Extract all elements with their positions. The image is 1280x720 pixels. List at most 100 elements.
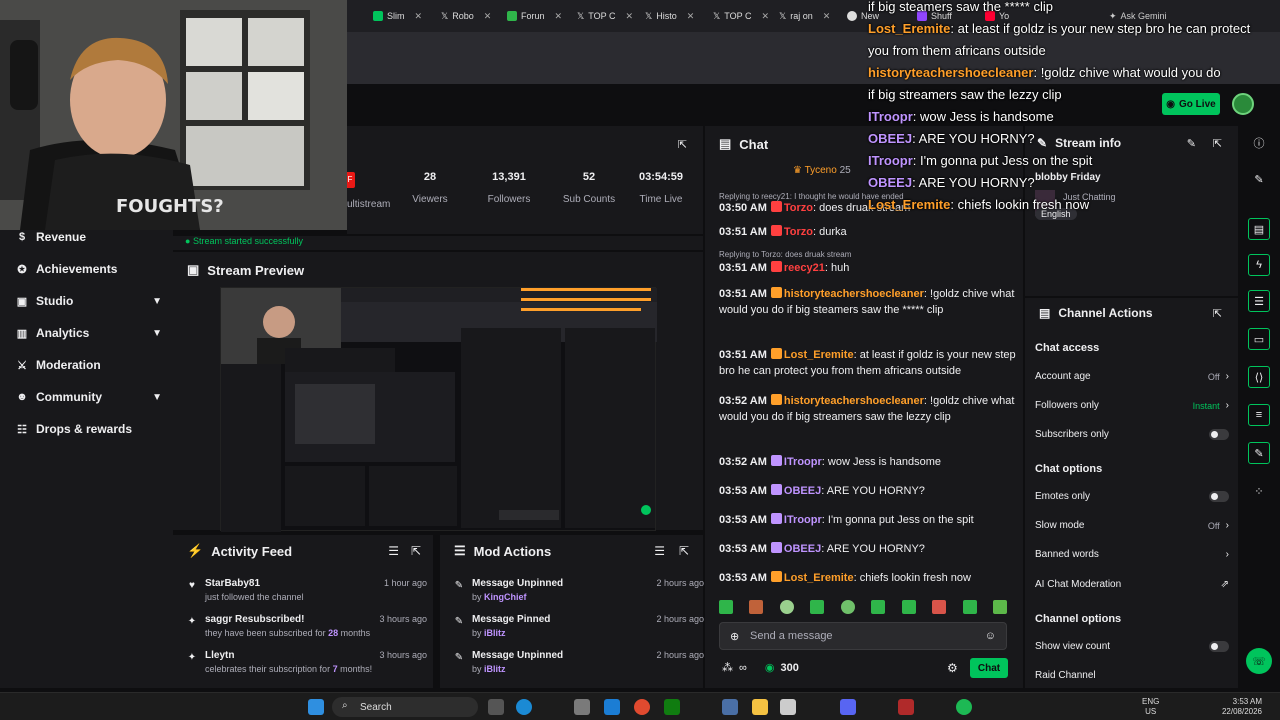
sidebar-item-moderation[interactable]: ⚔ Moderation [16, 358, 162, 372]
browser-tab[interactable]: 𝕏 Robo ✕ [441, 6, 491, 26]
chat-username[interactable]: OBEEJ [784, 485, 821, 497]
chat-message[interactable]: 03:53 AM ITroopr: I'm gonna put Jess on t… [719, 512, 1019, 528]
clock[interactable]: 3:53 AM 22/08/2026 [1206, 697, 1262, 717]
account-age-row[interactable]: Account age Off › [1035, 371, 1229, 382]
chat-settings-icon[interactable]: ⊕ [730, 630, 739, 643]
task-view-icon[interactable] [488, 699, 504, 715]
popout-icon[interactable]: ⇱ [411, 544, 421, 558]
show-view-count-toggle[interactable] [1209, 641, 1229, 652]
close-icon[interactable]: ✕ [484, 11, 492, 22]
popout-icon[interactable]: ⇱ [678, 138, 687, 151]
sidebar-item-drops-rewards[interactable]: ☷ Drops & rewards [16, 422, 162, 436]
filter-icon[interactable]: ☰ [388, 544, 399, 558]
emote-icon[interactable] [810, 600, 825, 614]
emote-icon[interactable] [871, 600, 886, 614]
chat-username[interactable]: ITroopr [784, 514, 822, 526]
slow-mode-row[interactable]: Slow mode Off › [1035, 520, 1229, 531]
chat-message[interactable]: 03:53 AM Lost_Eremite: chiefs lookin fres… [719, 570, 1019, 586]
store-icon[interactable] [780, 699, 796, 715]
stream-preview-video[interactable] [220, 287, 657, 532]
sidebar-item-studio[interactable]: ▣ Studio ▼ [16, 294, 162, 308]
code-icon[interactable]: ⟨⟩ [1248, 366, 1270, 388]
emote-icon[interactable] [840, 600, 855, 614]
activity-item[interactable]: ✦ saggr Resubscribed! they have been sub… [185, 614, 427, 638]
language-indicator[interactable]: ENG US [1142, 697, 1159, 717]
chat-message[interactable]: 03:53 AM OBEEJ: ARE YOU HORNY? [719, 541, 1019, 557]
chat-input[interactable]: ⊕ Send a message ☺ [719, 622, 1007, 650]
emote-icon[interactable] [719, 600, 733, 614]
chat-message[interactable]: 03:52 AM ITroopr: wow Jess is handsome [719, 454, 1019, 470]
sidebar-item-revenue[interactable]: $ Revenue [16, 230, 162, 244]
mod-action-item[interactable]: ✎ Message Unpinned by KingChief 2 hours … [452, 578, 704, 602]
stack-icon[interactable]: ≡ [1248, 404, 1270, 426]
quick-action-icon[interactable]: ▤ [1248, 218, 1270, 240]
chat-message[interactable]: 03:53 AM OBEEJ: ARE YOU HORNY? [719, 483, 1019, 499]
channel-points[interactable]: ⁂ ∞ ◉ 300 [722, 661, 799, 675]
browser-tab[interactable]: 𝕏 TOP C ✕ [577, 6, 633, 26]
mod-action-item[interactable]: ✎ Message Pinned by iBlitz 2 hours ago [452, 614, 704, 638]
app-icon[interactable] [574, 699, 590, 715]
chat-username[interactable]: reecy21 [784, 262, 825, 274]
browser-tab[interactable]: 𝕏 TOP C ✕ [713, 6, 769, 26]
mod-action-item[interactable]: ✎ Message Unpinned by iBlitz 2 hours ago [452, 650, 704, 674]
wrench-icon[interactable]: ✎ [1248, 442, 1270, 464]
spotify-icon[interactable] [956, 699, 972, 715]
close-icon[interactable]: ✕ [761, 11, 769, 22]
chat-message[interactable]: 03:51 AM Torzo: durka [719, 224, 1019, 240]
pinned-chatter[interactable]: ♛ Tyceno 25 [793, 165, 851, 176]
chat-username[interactable]: Torzo [784, 202, 813, 214]
browser-tab[interactable]: Slim ✕ [373, 6, 422, 26]
ai-moderation-row[interactable]: AI Chat Moderation ⇗ [1035, 579, 1229, 590]
app-icon[interactable] [604, 699, 620, 715]
filter-icon[interactable]: ☰ [654, 544, 665, 558]
emotes-only-toggle[interactable] [1209, 491, 1229, 502]
close-icon[interactable]: ✕ [823, 11, 831, 22]
followers-only-row[interactable]: Followers only Instant › [1035, 400, 1229, 411]
taskbar-search[interactable]: ⌕ Search [332, 697, 478, 717]
emote-icon[interactable] [992, 600, 1007, 614]
browser-tab[interactable]: Forun ✕ [507, 6, 562, 26]
chat-message[interactable]: 03:51 AM reecy21: huh [719, 260, 1019, 276]
activity-item[interactable]: ♥ StarBaby81 just followed the channel 1… [185, 578, 427, 602]
close-icon[interactable]: ✕ [625, 11, 633, 22]
help-chat-icon[interactable]: ☏ [1246, 648, 1272, 674]
emote-icon[interactable] [901, 600, 916, 614]
emote-icon[interactable] [779, 600, 794, 614]
chat-send-button[interactable]: Chat [970, 658, 1008, 678]
banned-words-row[interactable]: Banned words › [1035, 549, 1229, 560]
close-icon[interactable]: ✕ [687, 11, 695, 22]
chat-icon[interactable]: ▭ [1248, 328, 1270, 350]
subscribers-only-toggle[interactable] [1209, 429, 1229, 440]
chat-username[interactable]: ITroopr [784, 456, 822, 468]
xbox-icon[interactable] [664, 699, 680, 715]
chat-message[interactable]: 03:52 AM historyteachershoecleaner: !gold… [719, 393, 1019, 425]
browser-tab[interactable]: 𝕏raj on ✕ [779, 6, 830, 26]
apps-icon[interactable]: ⁘ [1248, 480, 1270, 502]
browser-tab[interactable]: 𝕏 Histo ✕ [645, 6, 694, 26]
popout-icon[interactable]: ⇱ [1213, 307, 1222, 320]
sidebar-item-achievements[interactable]: ✪ Achievements [16, 262, 162, 276]
sidebar-item-analytics[interactable]: ▥ Analytics ▼ [16, 326, 162, 340]
edge-icon[interactable] [516, 699, 532, 715]
emote-icon[interactable] [962, 600, 977, 614]
emote-icon[interactable] [749, 600, 764, 614]
popout-icon[interactable]: ⇱ [679, 544, 689, 558]
chat-username[interactable]: historyteachershoecleaner [784, 395, 924, 407]
app-icon[interactable] [898, 699, 914, 715]
raid-channel-row[interactable]: Raid Channel [1035, 670, 1229, 681]
close-icon[interactable]: ✕ [415, 11, 423, 22]
chat-username[interactable]: Lost_Eremite [784, 349, 854, 361]
close-icon[interactable]: ✕ [555, 11, 563, 22]
file-explorer-icon[interactable] [752, 699, 768, 715]
windows-start-icon[interactable] [308, 699, 324, 715]
chat-username[interactable]: OBEEJ [784, 543, 821, 555]
activity-item[interactable]: ✦ Lleytn celebrates their subscription f… [185, 650, 427, 674]
emote-icon[interactable] [932, 600, 947, 614]
discord-icon[interactable] [840, 699, 856, 715]
list-icon[interactable]: ☰ [1248, 290, 1270, 312]
chat-message[interactable]: 03:51 AM historyteachershoecleaner: !gold… [719, 286, 1019, 318]
chrome-icon[interactable] [634, 699, 650, 715]
sidebar-item-community[interactable]: ☻ Community ▼ [16, 390, 162, 404]
chat-username[interactable]: Lost_Eremite [784, 572, 854, 584]
chat-message[interactable]: 03:51 AM Lost_Eremite: at least if goldz … [719, 347, 1019, 379]
